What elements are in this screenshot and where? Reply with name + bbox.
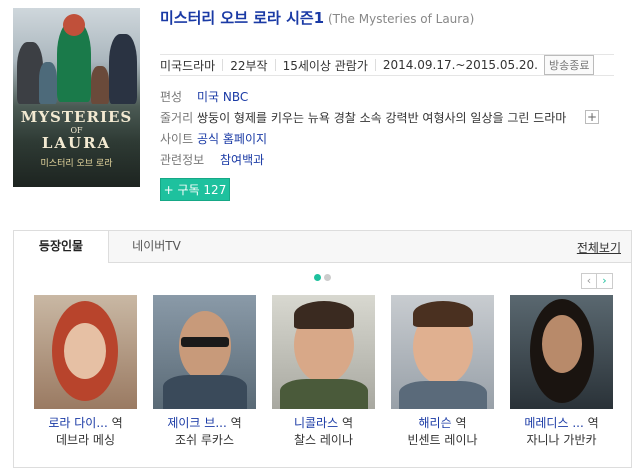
cast-role-suffix: 역: [111, 416, 123, 430]
page-title: 미스터리 오브 로라 시즌1 (The Mysteries of Laura): [160, 8, 480, 29]
site-label: 사이트: [160, 132, 194, 146]
cast-card[interactable]: 제이크 브... 역 조쉬 루카스: [153, 295, 256, 449]
poster-title: MYSTERIES: [20, 108, 133, 126]
cast-panel: 등장인물 네이버TV 전체보기 ‹ › 로라 다이... 역 데브라 메싱 제이…: [13, 230, 632, 468]
cast-role-suffix: 역: [230, 416, 242, 430]
tab-bar: 등장인물 네이버TV 전체보기: [14, 231, 631, 263]
poster-image[interactable]: MYSTERIES OF LAURA 미스터리 오브 로라: [13, 8, 140, 187]
cast-actor[interactable]: 데브라 메싱: [34, 432, 137, 449]
page-dot[interactable]: [324, 274, 331, 281]
divider: [222, 59, 224, 71]
cast-actor[interactable]: 자니나 가반카: [510, 432, 613, 449]
cast-role[interactable]: 제이크 브...: [167, 416, 226, 430]
title-english: (The Mysteries of Laura): [327, 12, 475, 26]
cast-photo[interactable]: [391, 295, 494, 409]
episode-count: 22부작: [230, 58, 268, 73]
official-site-link[interactable]: 공식 홈페이지: [197, 130, 267, 148]
network-link[interactable]: 미국 NBC: [197, 88, 248, 106]
cast-photo[interactable]: [510, 295, 613, 409]
poster-figure: [39, 62, 57, 104]
network-row: 편성 미국 NBC: [160, 88, 610, 106]
meta-info: 미국드라마 22부작 15세이상 관람가 2014.09.17.~2015.05…: [160, 54, 614, 76]
cast-role[interactable]: 해리슨: [419, 416, 452, 430]
air-dates: 2014.09.17.~2015.05.20.: [382, 58, 538, 72]
page-indicator: [314, 274, 331, 281]
cast-actor[interactable]: 빈센트 레이나: [391, 432, 494, 449]
status-badge: 방송종료: [544, 55, 595, 75]
cast-photo[interactable]: [272, 295, 375, 409]
network-label: 편성: [160, 90, 183, 104]
next-button[interactable]: ›: [597, 273, 613, 289]
genre: 미국드라마: [160, 58, 216, 73]
subscribe-button[interactable]: + 구독 127: [160, 178, 230, 201]
synopsis-text: 쌍둥이 형제를 키우는 뉴욕 경찰 소속 강력반 여형사의 일상을 그린 드라마: [197, 111, 567, 125]
related-row: 관련정보 참여백과: [160, 151, 610, 169]
age-rating: 15세이상 관람가: [282, 58, 368, 73]
cast-card[interactable]: 니콜라스 역 찰스 레이나: [272, 295, 375, 449]
related-label: 관련정보: [160, 153, 205, 167]
expand-synopsis-button[interactable]: +: [585, 110, 599, 124]
tab-navertv[interactable]: 네이버TV: [109, 231, 204, 262]
synopsis-row: 줄거리 쌍둥이 형제를 키우는 뉴욕 경찰 소속 강력반 여형사의 일상을 그린…: [160, 109, 610, 127]
cast-role-suffix: 역: [455, 416, 467, 430]
cast-actor[interactable]: 찰스 레이나: [272, 432, 375, 449]
poster-figure: [63, 14, 85, 36]
page-dot-active[interactable]: [314, 274, 321, 281]
pager: ‹ ›: [581, 273, 613, 289]
poster-subtitle: 미스터리 오브 로라: [40, 159, 113, 169]
synopsis-label: 줄거리: [160, 111, 194, 125]
cast-role[interactable]: 로라 다이...: [48, 416, 107, 430]
cast-list: 로라 다이... 역 데브라 메싱 제이크 브... 역 조쉬 루카스 니콜라스…: [34, 295, 634, 455]
cast-card[interactable]: 해리슨 역 빈센트 레이나: [391, 295, 494, 449]
title-main[interactable]: 미스터리 오브 로라 시즌1: [160, 9, 324, 27]
cast-role-suffix: 역: [587, 416, 599, 430]
tab-cast[interactable]: 등장인물: [14, 231, 109, 263]
site-row: 사이트 공식 홈페이지: [160, 130, 610, 148]
cast-card[interactable]: 로라 다이... 역 데브라 메싱: [34, 295, 137, 449]
cast-role[interactable]: 니콜라스: [294, 416, 338, 430]
cast-role[interactable]: 메레디스 ...: [524, 416, 583, 430]
cast-photo[interactable]: [153, 295, 256, 409]
divider: [374, 59, 376, 71]
divider: [274, 59, 276, 71]
cast-card[interactable]: 메레디스 ... 역 자니나 가반카: [510, 295, 613, 449]
view-all-link[interactable]: 전체보기: [577, 239, 621, 256]
cast-role-suffix: 역: [341, 416, 354, 430]
cast-actor[interactable]: 조쉬 루카스: [153, 432, 256, 449]
prev-button[interactable]: ‹: [581, 273, 597, 289]
poster-title: LAURA: [41, 134, 112, 152]
poster-figure: [109, 34, 137, 104]
cast-photo[interactable]: [34, 295, 137, 409]
related-link[interactable]: 참여백과: [220, 151, 264, 169]
poster-figure: [91, 66, 109, 104]
